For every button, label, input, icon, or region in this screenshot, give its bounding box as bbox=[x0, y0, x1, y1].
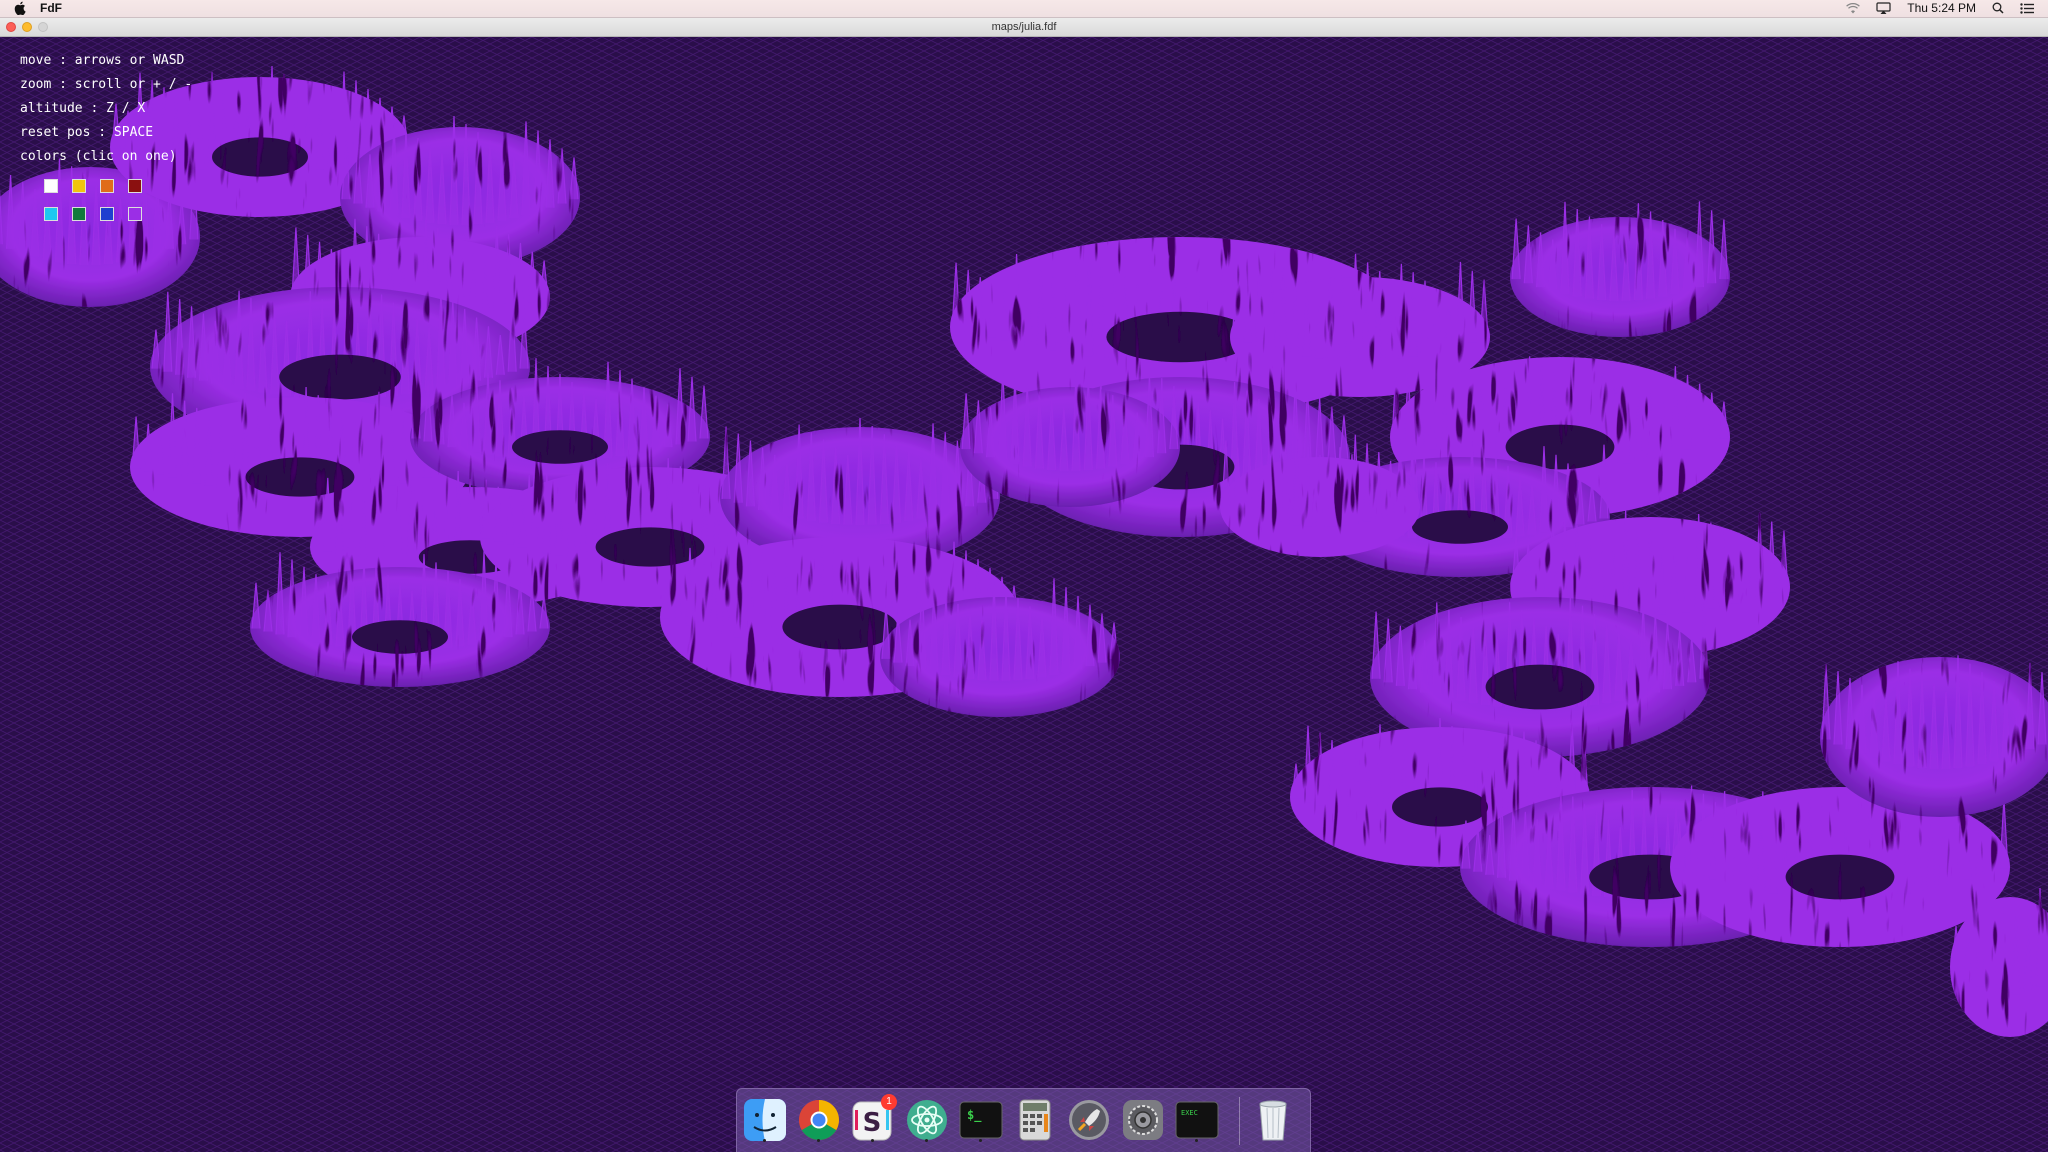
julia-cluster-hole bbox=[212, 137, 308, 177]
dock: S 1 $_ exec bbox=[736, 1088, 1311, 1152]
notification-center-icon[interactable] bbox=[2020, 2, 2034, 14]
move-hint: move : arrows or WASD bbox=[20, 53, 185, 68]
swatch-yellow[interactable] bbox=[72, 179, 86, 193]
menu-bar: FdF Thu 5:24 PM bbox=[0, 0, 2048, 18]
swatch-dark-red[interactable] bbox=[128, 179, 142, 193]
slack-icon[interactable]: S 1 bbox=[851, 1094, 897, 1142]
zoom-hint: zoom : scroll or + / - bbox=[20, 77, 193, 92]
trash-icon[interactable] bbox=[1251, 1098, 1295, 1142]
swatch-blue[interactable] bbox=[100, 207, 114, 221]
svg-text:S: S bbox=[863, 1108, 882, 1138]
swatch-green[interactable] bbox=[72, 207, 86, 221]
wifi-icon[interactable] bbox=[1846, 2, 1861, 14]
altitude-hint: altitude : Z / X bbox=[20, 101, 146, 116]
julia-cluster-hole bbox=[1392, 787, 1488, 827]
reset-hint: reset pos : SPACE bbox=[20, 125, 154, 140]
atom-icon[interactable] bbox=[905, 1098, 949, 1142]
julia-cluster-hole bbox=[352, 620, 448, 654]
julia-cluster-hole bbox=[782, 604, 898, 650]
colors-hint: colors (clic on one) bbox=[20, 149, 177, 164]
exec-label: exec bbox=[1181, 1109, 1198, 1117]
chrome-icon[interactable] bbox=[797, 1098, 841, 1142]
controls-help: move : arrows or WASD zoom : scroll or +… bbox=[20, 52, 192, 172]
finder-icon[interactable] bbox=[743, 1098, 787, 1142]
julia-cluster-hole bbox=[1785, 854, 1895, 900]
exec-icon[interactable]: exec bbox=[1175, 1098, 1219, 1142]
swatch-white[interactable] bbox=[44, 179, 58, 193]
swatch-orange[interactable] bbox=[100, 179, 114, 193]
julia-wireframe-render bbox=[0, 37, 2048, 1152]
julia-cluster-hole bbox=[245, 457, 355, 497]
julia-cluster-hole bbox=[1485, 664, 1595, 710]
fdf-render-canvas[interactable]: move : arrows or WASD zoom : scroll or +… bbox=[0, 37, 2048, 1152]
spotlight-search-icon[interactable] bbox=[1992, 2, 2004, 14]
julia-cluster-hole bbox=[512, 430, 608, 464]
app-name-menu[interactable]: FdF bbox=[40, 1, 62, 15]
terminal-icon[interactable]: $_ bbox=[959, 1098, 1003, 1142]
dock-separator bbox=[1239, 1097, 1240, 1145]
slack-badge: 1 bbox=[881, 1094, 897, 1110]
calculator-icon[interactable] bbox=[1013, 1098, 1057, 1142]
julia-cluster-hole bbox=[595, 527, 705, 567]
launchpad-icon[interactable] bbox=[1067, 1098, 1111, 1142]
clock[interactable]: Thu 5:24 PM bbox=[1907, 1, 1976, 15]
window-title: maps/julia.fdf bbox=[991, 21, 1057, 33]
system-preferences-icon[interactable] bbox=[1121, 1098, 1165, 1142]
terminal-glyph: $_ bbox=[967, 1108, 982, 1122]
julia-cluster-hole bbox=[279, 354, 401, 400]
swatch-purple[interactable] bbox=[128, 207, 142, 221]
airplay-icon[interactable] bbox=[1876, 2, 1891, 14]
julia-cluster-hole bbox=[1412, 510, 1508, 544]
window-title-bar[interactable]: maps/julia.fdf bbox=[0, 18, 2048, 37]
swatch-cyan[interactable] bbox=[44, 207, 58, 221]
apple-menu-icon[interactable] bbox=[14, 1, 26, 15]
julia-cluster bbox=[880, 597, 1120, 717]
